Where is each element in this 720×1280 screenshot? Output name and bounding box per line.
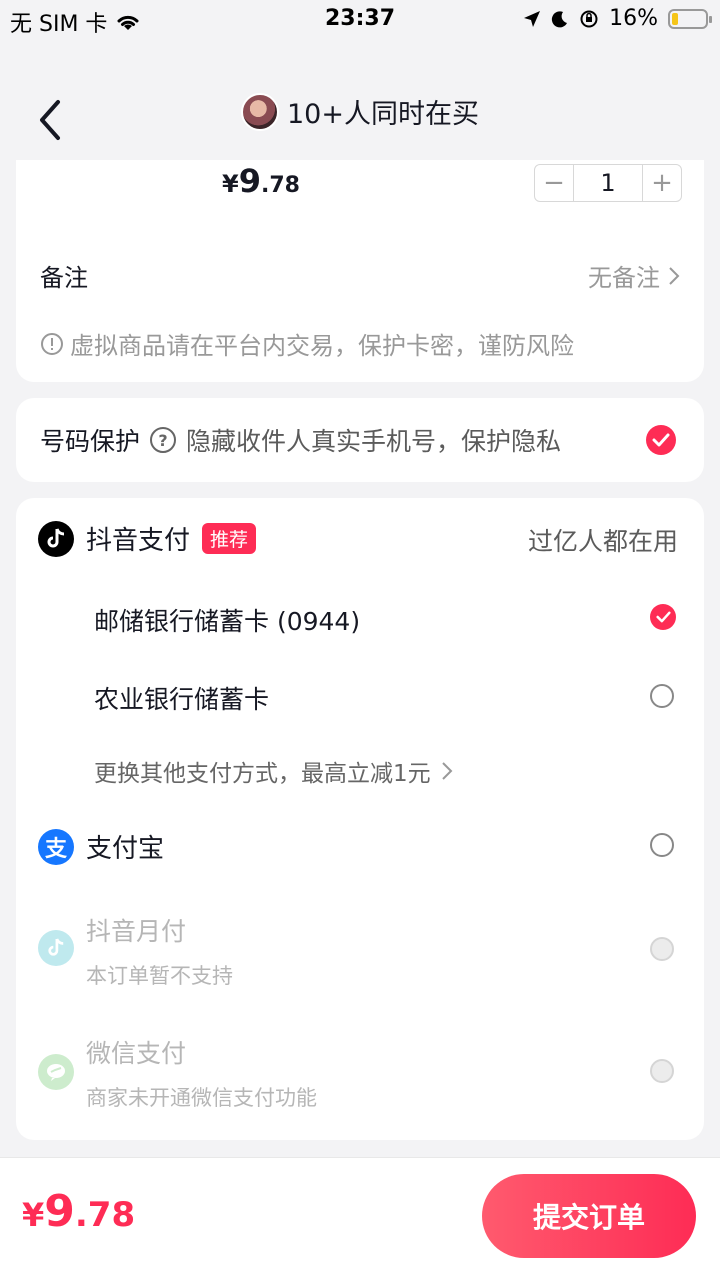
price-integer: 9 <box>238 162 261 200</box>
douyin-monthly-note: 本订单暂不支持 <box>86 964 233 988</box>
moon-icon <box>551 10 568 27</box>
remark-label: 备注 <box>40 264 88 292</box>
status-right: 16% <box>523 6 712 31</box>
douyin-monthly-icon <box>38 930 74 966</box>
quantity-minus-button[interactable]: − <box>535 165 573 201</box>
number-protection-row: 号码保护 ? 隐藏收件人真实手机号，保护隐私 <box>40 422 561 458</box>
number-protection-checkbox[interactable] <box>646 425 676 455</box>
douyin-pay-icon <box>38 520 74 557</box>
quantity-value[interactable]: 1 <box>573 165 643 201</box>
checkmark-icon <box>655 611 671 623</box>
battery-percent: 16% <box>609 6 658 31</box>
chevron-right-icon <box>441 762 453 780</box>
total-decimal: .78 <box>74 1195 136 1235</box>
total-integer: 9 <box>44 1186 75 1237</box>
checkmark-icon <box>652 433 670 447</box>
bank-abc-radio[interactable] <box>650 684 674 708</box>
total-price: ¥9.78 <box>22 1186 135 1237</box>
avatar <box>241 92 279 131</box>
submit-order-button[interactable]: 提交订单 <box>482 1174 696 1258</box>
alipay-option[interactable]: 支 支付宝 <box>38 828 164 865</box>
douyin-pay-slogan: 过亿人都在用 <box>527 527 678 556</box>
battery-icon <box>668 8 712 29</box>
nav-bar: 10+人同时在买 <box>0 80 720 160</box>
wechat-pay-radio-disabled <box>650 1059 674 1083</box>
buying-now-text: 10+人同时在买 <box>287 99 479 130</box>
remark-selector[interactable]: 无备注 <box>588 258 680 293</box>
wechat-pay-icon <box>38 1054 74 1090</box>
chevron-right-icon <box>669 266 680 285</box>
total-symbol: ¥ <box>22 1196 45 1234</box>
checkout-bar: ¥9.78 提交订单 <box>0 1157 720 1280</box>
number-protection-label: 号码保护 <box>40 427 141 456</box>
price-decimal: .78 <box>260 173 300 198</box>
item-price: ¥9.78 <box>222 162 300 200</box>
info-icon <box>41 332 63 355</box>
quantity-plus-button[interactable]: + <box>643 165 681 201</box>
douyin-pay-header: 抖音支付 推荐 <box>38 520 257 557</box>
order-info-card: ¥9.78 − 1 + 备注 无备注 虚拟商品请在平台内交易，保护卡密，谨防风险 <box>16 160 704 382</box>
douyin-monthly-radio-disabled <box>650 937 674 961</box>
number-protection-desc: 隐藏收件人真实手机号，保护隐私 <box>186 427 562 456</box>
douyin-monthly-label: 抖音月付 <box>86 917 187 946</box>
payment-methods-card: 抖音支付 推荐 过亿人都在用 邮储银行储蓄卡 (0944) 农业银行储蓄卡 更换… <box>16 498 704 1140</box>
alipay-icon: 支 <box>38 828 74 865</box>
remark-value: 无备注 <box>588 264 660 292</box>
bank-option-psbc[interactable]: 邮储银行储蓄卡 (0944) <box>94 602 360 638</box>
recommended-badge: 推荐 <box>202 523 257 554</box>
more-payment-text: 更换其他支付方式，最高立减1元 <box>94 761 431 787</box>
wechat-pay-note: 商家未开通微信支付功能 <box>86 1086 317 1110</box>
price-symbol: ¥ <box>222 170 239 198</box>
more-payment-methods[interactable]: 更换其他支付方式，最高立减1元 <box>94 754 453 788</box>
help-icon[interactable]: ? <box>150 427 177 453</box>
status-bar: 无 SIM 卡 23:37 16% <box>0 0 720 40</box>
alipay-radio[interactable] <box>650 833 674 857</box>
warning-text: 虚拟商品请在平台内交易，保护卡密，谨防风险 <box>70 332 574 360</box>
virtual-goods-warning: 虚拟商品请在平台内交易，保护卡密，谨防风险 <box>40 326 574 361</box>
alipay-label: 支付宝 <box>86 834 165 864</box>
nav-title: 10+人同时在买 <box>0 92 720 131</box>
battery-level <box>672 12 678 25</box>
bank-option-abc[interactable]: 农业银行储蓄卡 <box>94 680 269 716</box>
number-protection-card: 号码保护 ? 隐藏收件人真实手机号，保护隐私 <box>16 398 704 482</box>
douyin-pay-label: 抖音支付 <box>86 526 191 556</box>
bank-psbc-radio-checked[interactable] <box>650 604 676 630</box>
rotation-lock-icon <box>580 10 598 27</box>
location-arrow-icon <box>524 10 541 27</box>
wechat-pay-label: 微信支付 <box>86 1039 187 1068</box>
quantity-stepper: − 1 + <box>534 164 682 202</box>
